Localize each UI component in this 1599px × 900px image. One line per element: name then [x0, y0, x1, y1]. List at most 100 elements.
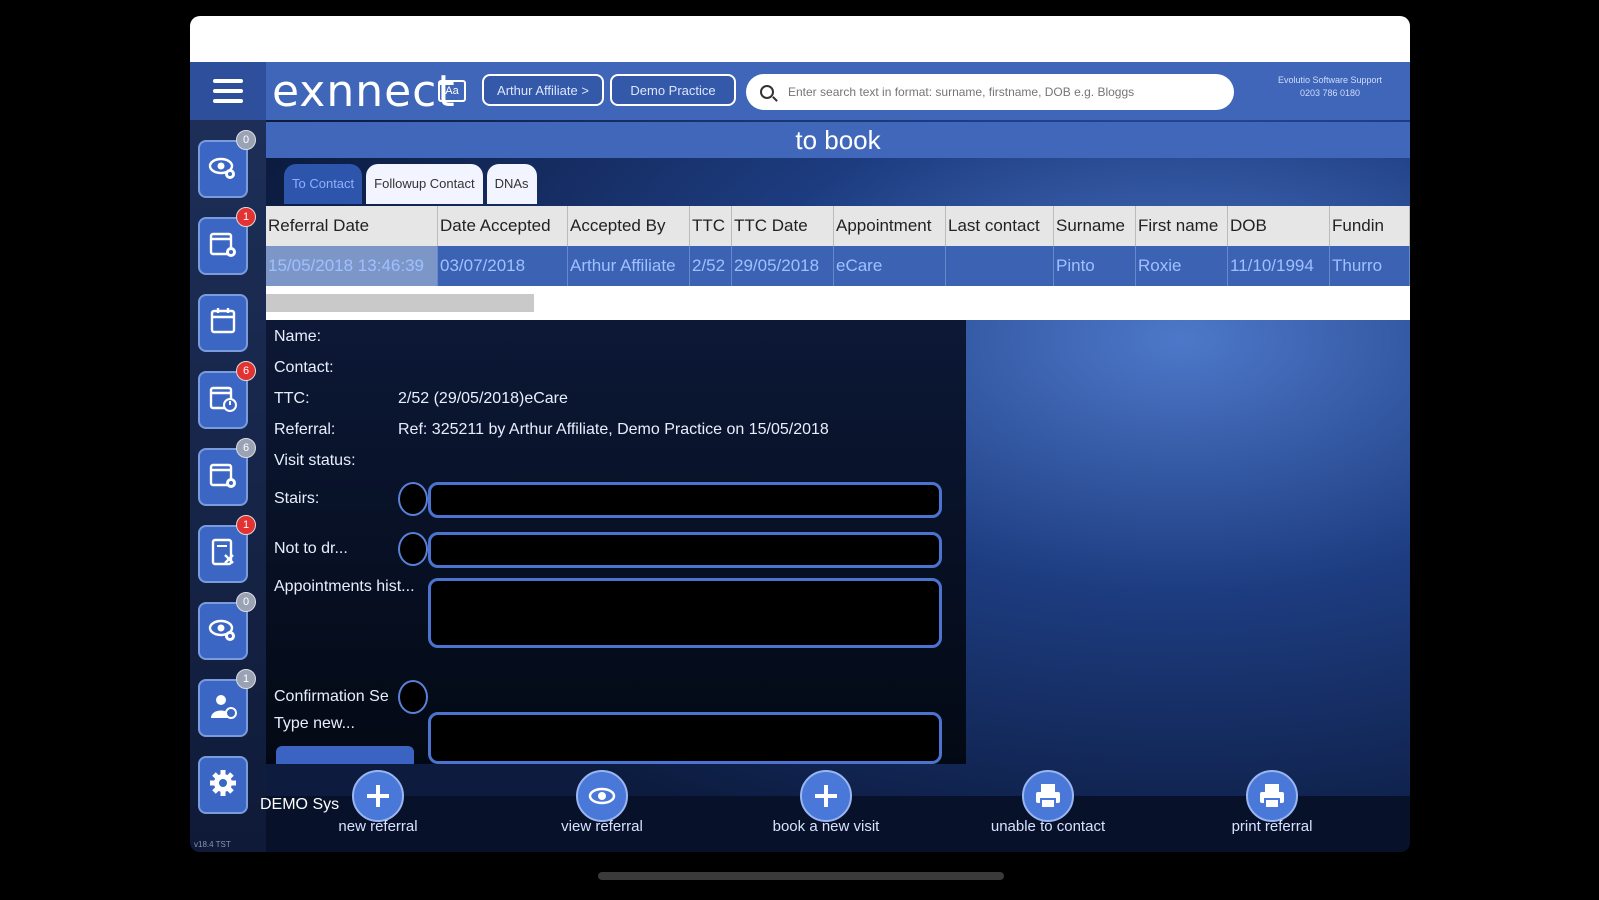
- notification-badge: 6: [236, 438, 256, 458]
- unable-to-contact-button[interactable]: unable to contact: [948, 770, 1148, 835]
- nok-field[interactable]: [428, 532, 942, 568]
- ttc-label: TTC:: [274, 390, 310, 407]
- column-header[interactable]: TTC: [690, 206, 732, 246]
- notification-badge: 0: [236, 130, 256, 150]
- view-referral-button[interactable]: view referral: [502, 770, 702, 835]
- stairs-label: Stairs:: [274, 490, 320, 507]
- text-size-icon[interactable]: Aa: [438, 80, 466, 102]
- column-header[interactable]: Referral Date: [266, 206, 438, 246]
- notification-badge: 1: [236, 515, 256, 535]
- sidebar-item-eye-gear[interactable]: 0: [198, 592, 256, 660]
- stairs-radio[interactable]: [398, 482, 428, 516]
- footer-button-label: view referral: [561, 818, 643, 835]
- referral-value: Ref: 325211 by Arthur Affiliate, Demo Pr…: [398, 421, 829, 438]
- calendar-icon: [208, 306, 238, 341]
- support-info: Evolutio Software Support 0203 786 0180: [1260, 74, 1400, 100]
- menu-icon: [213, 89, 243, 93]
- column-header[interactable]: Surname: [1054, 206, 1136, 246]
- document-x-icon: [208, 537, 238, 572]
- column-header[interactable]: First name: [1136, 206, 1228, 246]
- support-phone: 0203 786 0180: [1299, 88, 1361, 98]
- tab-bar: To Contact Followup Contact DNAs: [284, 164, 541, 204]
- sidebar: 0 1 6 6 1 0 1: [190, 120, 266, 852]
- nok-label: Not to dr...: [274, 540, 348, 557]
- sidebar-item-person-clock[interactable]: 1: [198, 669, 256, 737]
- ttc-value: 2/52 (29/05/2018)eCare: [398, 390, 568, 407]
- column-header[interactable]: Date Accepted: [438, 206, 568, 246]
- contact-label: Contact:: [274, 359, 334, 376]
- main-panel: to book To Contact Followup Contact DNAs R…: [266, 120, 1410, 852]
- sidebar-item-calendar-gear[interactable]: 1: [198, 207, 256, 275]
- print-referral-button[interactable]: print referral: [1172, 770, 1372, 835]
- person-clock-icon: [208, 691, 238, 726]
- calendar-gear-icon: [208, 460, 238, 495]
- confirm-button[interactable]: [276, 746, 414, 764]
- table-cell: Roxie: [1136, 246, 1228, 286]
- confirmation-label: Confirmation Se: [274, 688, 389, 705]
- table-cell: 03/07/2018: [438, 246, 568, 286]
- practice-button[interactable]: Demo Practice: [610, 74, 736, 106]
- hamburger-menu-button[interactable]: [190, 62, 266, 120]
- stairs-field[interactable]: [428, 482, 942, 518]
- sidebar-item-settings-gear[interactable]: [198, 756, 248, 814]
- horizontal-scrollbar[interactable]: [266, 294, 534, 312]
- footer-button-label: unable to contact: [990, 818, 1106, 835]
- column-header[interactable]: Appointment: [834, 206, 946, 246]
- demo-system-label: DEMO Sys: [260, 796, 340, 813]
- type-new-field[interactable]: [428, 712, 942, 764]
- printer-icon: [1246, 770, 1298, 822]
- sidebar-item-document-x[interactable]: 1: [198, 515, 256, 583]
- table-cell: eCare: [834, 246, 946, 286]
- eye-gear-icon: [208, 614, 238, 649]
- app-logo: exnnect: [272, 66, 456, 117]
- table-cell: 15/05/2018 13:46:39: [266, 246, 438, 286]
- column-header[interactable]: TTC Date: [732, 206, 834, 246]
- table-cell: 29/05/2018: [732, 246, 834, 286]
- table-row[interactable]: 15/05/2018 13:46:39 03/07/2018 Arthur Affi…: [266, 246, 1410, 286]
- table-cell: Thurro: [1330, 246, 1410, 286]
- page-title: to book: [266, 122, 1410, 158]
- tablet-screen: exnnect Aa Arthur Affiliate > Demo Pract…: [190, 16, 1410, 852]
- affiliate-button[interactable]: Arthur Affiliate >: [482, 74, 604, 106]
- search-box[interactable]: [746, 74, 1234, 110]
- sidebar-item-calendar[interactable]: [198, 294, 248, 352]
- status-strip: [190, 16, 1410, 62]
- calendar-clock-icon: [208, 383, 238, 418]
- column-header[interactable]: Fundin: [1330, 206, 1410, 246]
- column-header[interactable]: Last contact: [946, 206, 1054, 246]
- notification-badge: 1: [236, 669, 256, 689]
- sidebar-item-calendar-gear[interactable]: 6: [198, 438, 256, 506]
- confirmation-radio[interactable]: [398, 680, 428, 714]
- referral-detail-panel: Name: Contact: TTC: 2/52 (29/05/2018)eCa…: [266, 320, 966, 764]
- tab-to-contact[interactable]: To Contact: [284, 164, 363, 204]
- home-indicator[interactable]: [598, 872, 1004, 880]
- table-cell: [946, 246, 1054, 286]
- table-cell: 11/10/1994: [1228, 246, 1330, 286]
- table-header: Referral Date Date Accepted Accepted By TTC…: [266, 206, 1410, 246]
- table-cell: 2/52: [690, 246, 732, 286]
- book-a-new-visit-button[interactable]: book a new visit: [726, 770, 926, 835]
- search-input[interactable]: [788, 85, 1218, 99]
- footer-button-label: book a new visit: [772, 818, 880, 835]
- sidebar-item-eye-gear[interactable]: 0: [198, 130, 256, 198]
- column-header[interactable]: Accepted By: [568, 206, 690, 246]
- appointments-history-field[interactable]: [428, 578, 942, 648]
- table-cell: Pinto: [1054, 246, 1136, 286]
- visit-status-label: Visit status:: [274, 452, 356, 469]
- notification-badge: 0: [236, 592, 256, 612]
- footer-button-label: new referral: [338, 818, 418, 835]
- column-header[interactable]: DOB: [1228, 206, 1330, 246]
- nok-radio[interactable]: [398, 532, 428, 566]
- tab-dnas[interactable]: DNAs: [486, 164, 537, 204]
- app-header: exnnect Aa Arthur Affiliate > Demo Pract…: [190, 62, 1410, 120]
- name-label: Name:: [274, 328, 322, 345]
- eye-icon: [576, 770, 628, 822]
- search-icon: [760, 85, 774, 99]
- table-cell: Arthur Affiliate: [568, 246, 690, 286]
- type-new-label: Type new...: [274, 715, 355, 732]
- plus-icon: [800, 770, 852, 822]
- printer-icon: [1022, 770, 1074, 822]
- tab-followup-contact[interactable]: Followup Contact: [366, 164, 483, 204]
- appointments-history-label: Appointments hist...: [274, 578, 415, 595]
- sidebar-item-calendar-clock[interactable]: 6: [198, 361, 256, 429]
